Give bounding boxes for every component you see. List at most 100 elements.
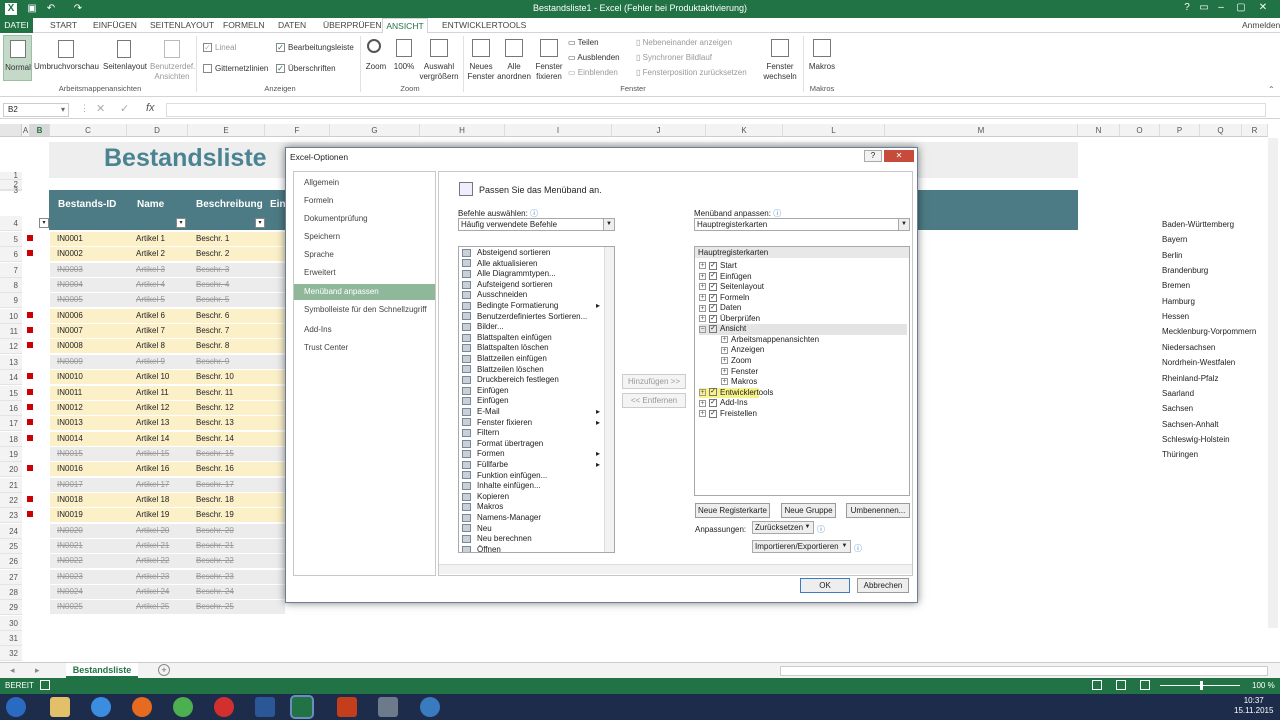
cell-id[interactable]: IN0019 (57, 508, 83, 522)
expand-icon[interactable]: + (699, 262, 706, 270)
commands-scrollbar[interactable] (604, 247, 614, 552)
cell-state[interactable]: Berlin (1162, 249, 1182, 263)
page-layout-status-icon[interactable] (1116, 680, 1126, 690)
tree-item[interactable]: + ✓ Überprüfen (699, 314, 760, 325)
nav-item[interactable]: Allgemein (294, 175, 435, 191)
row-header[interactable]: 26 (0, 554, 22, 570)
cell-state[interactable]: Sachsen (1162, 402, 1193, 416)
tree-item[interactable]: + Makros (721, 377, 757, 388)
cell-desc[interactable]: Beschr. 11 (196, 386, 233, 400)
ok-button[interactable]: OK (800, 578, 850, 593)
tree-checkbox[interactable]: ✓ (709, 272, 717, 281)
row-header[interactable]: 13 (0, 354, 22, 370)
command-item[interactable]: Blattspalten löschen (462, 343, 606, 354)
command-item[interactable]: Benutzerdefiniertes Sortieren... (462, 312, 606, 323)
tab-datei[interactable]: DATEI (0, 18, 33, 33)
select-all-corner[interactable] (0, 124, 22, 137)
normal-view-status-icon[interactable] (1092, 680, 1102, 690)
tree-item[interactable]: + ✓ Freistellen (699, 409, 757, 420)
formula-bar-checkbox[interactable]: ✓ (276, 43, 285, 52)
cell-name[interactable]: Artikel 5 (136, 293, 165, 307)
row-header[interactable]: 19 (0, 446, 22, 462)
name-box[interactable]: B2 ▾ (3, 103, 69, 117)
cell-state[interactable]: Hamburg (1162, 295, 1195, 309)
cell-desc[interactable]: Beschr. 6 (196, 309, 229, 323)
row-header[interactable]: 23 (0, 508, 22, 524)
hide-button[interactable]: ▭ Ausblenden (568, 53, 620, 62)
page-layout-button[interactable]: Seitenlayout (100, 35, 150, 81)
column-header-p[interactable]: P (1160, 124, 1200, 137)
cell-name[interactable]: Artikel 17 (136, 478, 169, 492)
expand-icon[interactable]: + (699, 304, 706, 312)
cell-state[interactable]: Schleswig-Holstein (1162, 433, 1230, 447)
expand-icon[interactable]: + (699, 410, 706, 418)
filter-dropdown-icon[interactable]: ▾ (255, 218, 265, 228)
remove-button[interactable]: << Entfernen (622, 393, 686, 408)
column-header-h[interactable]: H (420, 124, 505, 137)
expand-icon[interactable]: + (699, 399, 706, 407)
help-icon[interactable]: ? (1180, 2, 1194, 16)
command-item[interactable]: Alle Diagrammtypen... (462, 269, 606, 280)
row-header[interactable]: 9 (0, 293, 22, 309)
dialog-close-icon[interactable]: ✕ (884, 150, 914, 162)
cell-id[interactable]: IN0016 (57, 462, 83, 476)
tab-start[interactable]: START (50, 19, 77, 32)
row-header[interactable]: 8 (0, 278, 22, 294)
row-header[interactable]: 28 (0, 585, 22, 601)
cell-desc[interactable]: Beschr. 25 (196, 600, 234, 614)
command-item[interactable]: Namens-Manager (462, 513, 606, 524)
opera-icon[interactable] (214, 697, 234, 717)
column-header-f[interactable]: F (265, 124, 330, 137)
cell-name[interactable]: Artikel 6 (136, 309, 165, 323)
expand-icon[interactable]: + (699, 315, 706, 323)
internet-explorer-icon[interactable] (91, 697, 111, 717)
tree-checkbox[interactable]: ✓ (709, 399, 717, 408)
command-item[interactable]: Neu (462, 524, 606, 535)
command-item[interactable]: Bilder... (462, 322, 606, 333)
cell-name[interactable]: Artikel 18 (136, 493, 169, 507)
expand-icon[interactable]: + (699, 388, 706, 396)
sync-scroll-button[interactable]: ▯ Synchroner Bildlauf (636, 53, 712, 62)
row-header[interactable]: 16 (0, 400, 22, 416)
column-header-a[interactable]: A (22, 124, 30, 137)
column-header-j[interactable]: J (612, 124, 706, 137)
column-header-d[interactable]: D (127, 124, 188, 137)
command-item[interactable]: Einfügen (462, 386, 606, 397)
freeze-panes-button[interactable]: Fenster fixieren (532, 35, 566, 81)
nav-item[interactable]: Dokumentprüfung (294, 211, 435, 227)
main-horizontal-scrollbar[interactable] (439, 564, 912, 574)
command-item[interactable]: Makros (462, 502, 606, 513)
zoom-100-button[interactable]: 100% (391, 35, 417, 81)
cell-desc[interactable]: Beschr. 4 (196, 278, 229, 292)
row-header[interactable]: 18 (0, 431, 22, 447)
tree-checkbox[interactable]: ✓ (709, 325, 717, 334)
command-item[interactable]: Formen ▸ (462, 449, 606, 460)
nav-item[interactable]: Trust Center (294, 340, 435, 356)
command-item[interactable]: Druckbereich festlegen (462, 375, 606, 386)
insert-function-icon[interactable]: fx (146, 102, 155, 114)
cell-name[interactable]: Artikel 4 (136, 278, 165, 292)
cell-name[interactable]: Artikel 11 (136, 386, 169, 400)
cell-name[interactable]: Artikel 10 (136, 370, 169, 384)
cell-desc[interactable]: Beschr. 15 (196, 447, 234, 461)
cell-id[interactable]: IN0014 (57, 432, 83, 446)
tree-item[interactable]: + ✓ Formeln (699, 293, 749, 304)
nav-item[interactable]: Sprache (294, 247, 435, 263)
row-header[interactable]: 27 (0, 569, 22, 585)
tree-checkbox[interactable]: ✓ (709, 282, 717, 291)
tab-einfuegen[interactable]: EINFÜGEN (93, 19, 137, 32)
cell-id[interactable]: IN0020 (57, 524, 83, 538)
cell-id[interactable]: IN0007 (57, 324, 83, 338)
filter-dropdown-icon[interactable]: ▾ (39, 218, 49, 228)
excel-icon[interactable] (290, 695, 314, 719)
cell-name[interactable]: Artikel 9 (136, 355, 165, 369)
expand-icon[interactable]: + (721, 357, 728, 365)
page-break-preview-button[interactable]: Umbruchvorschau (34, 35, 99, 81)
cell-name[interactable]: Artikel 2 (136, 247, 165, 261)
cell-desc[interactable]: Beschr. 14 (196, 432, 234, 446)
ruler-checkbox[interactable]: ✓ (203, 43, 212, 52)
tab-ueberpruefen[interactable]: ÜBERPRÜFEN (323, 19, 382, 32)
cell-desc[interactable]: Beschr. 23 (196, 570, 234, 584)
table-row[interactable] (50, 278, 285, 293)
tree-checkbox[interactable]: ✓ (709, 293, 717, 302)
